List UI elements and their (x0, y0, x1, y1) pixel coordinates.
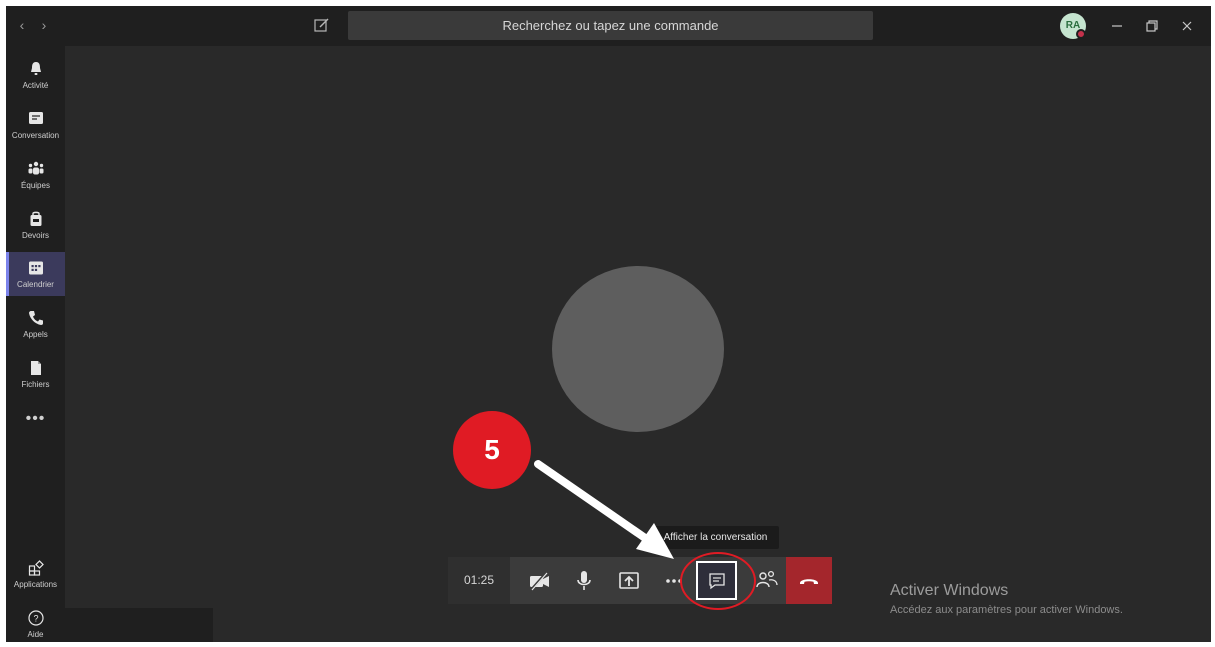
tooltip: Afficher la conversation (652, 526, 779, 549)
presence-badge (1076, 29, 1086, 39)
teams-window: ‹ › Recherchez ou tapez une commande RA (6, 6, 1211, 642)
calendar-icon (29, 261, 43, 275)
call-control-bar: 01:25 (448, 557, 832, 604)
hang-up-icon (800, 579, 818, 584)
search-input[interactable]: Recherchez ou tapez une commande (348, 11, 873, 40)
rail-item-activity[interactable]: Activité (6, 53, 65, 97)
rail-item-teams[interactable]: Équipes (6, 153, 65, 197)
more-apps-button[interactable]: ••• (6, 410, 65, 428)
app-rail: Activité Conversation Équipes Devoirs Ca… (6, 46, 65, 642)
file-icon (31, 361, 41, 375)
title-bar: ‹ › Recherchez ou tapez une commande RA (6, 6, 1211, 46)
maximize-button[interactable] (1140, 14, 1164, 38)
help-icon: ? (28, 610, 44, 626)
rail-label: Équipes (21, 181, 50, 190)
svg-text:?: ? (33, 614, 38, 624)
assignments-icon (30, 211, 42, 226)
rail-item-applications[interactable]: Applications (6, 552, 65, 596)
forward-button[interactable]: › (36, 16, 52, 34)
step-number-badge: 5 (453, 411, 531, 489)
back-button[interactable]: ‹ (14, 16, 30, 34)
bell-icon (31, 62, 41, 75)
bottom-panel (65, 608, 213, 642)
rail-label: Calendrier (17, 280, 54, 289)
rail-label: Activité (22, 81, 49, 90)
participants-button[interactable] (752, 566, 782, 596)
call-timer: 01:25 (448, 557, 510, 604)
rail-label: Conversation (11, 131, 60, 140)
rail-item-help[interactable]: ? Aide (6, 602, 65, 642)
participant-avatar (552, 266, 724, 432)
share-screen-button[interactable] (614, 566, 644, 596)
phone-icon (29, 311, 43, 325)
activation-watermark-title: Activer Windows (890, 582, 1009, 599)
microphone-button[interactable] (569, 566, 599, 596)
minimize-button[interactable] (1105, 14, 1129, 38)
activation-watermark-subtitle: Accédez aux paramètres pour activer Wind… (890, 604, 1123, 616)
rail-label: Fichiers (21, 380, 50, 389)
rail-label: Applications (13, 580, 58, 589)
rail-label: Devoirs (21, 231, 50, 240)
highlight-circle (680, 552, 756, 610)
chat-icon (29, 112, 43, 124)
rail-item-files[interactable]: Fichiers (6, 352, 65, 396)
hang-up-button[interactable] (786, 557, 832, 604)
camera-off-button[interactable] (524, 566, 554, 596)
rail-label: Appels (23, 330, 48, 339)
rail-item-chat[interactable]: Conversation (6, 103, 65, 147)
apps-icon (28, 560, 44, 576)
rail-item-calendar[interactable]: Calendrier (6, 252, 65, 296)
rail-item-calls[interactable]: Appels (6, 302, 65, 346)
teams-icon (28, 161, 44, 175)
rail-item-assignments[interactable]: Devoirs (6, 203, 65, 247)
close-button[interactable] (1175, 14, 1199, 38)
compose-icon[interactable] (313, 16, 331, 34)
rail-label: Aide (27, 630, 44, 639)
